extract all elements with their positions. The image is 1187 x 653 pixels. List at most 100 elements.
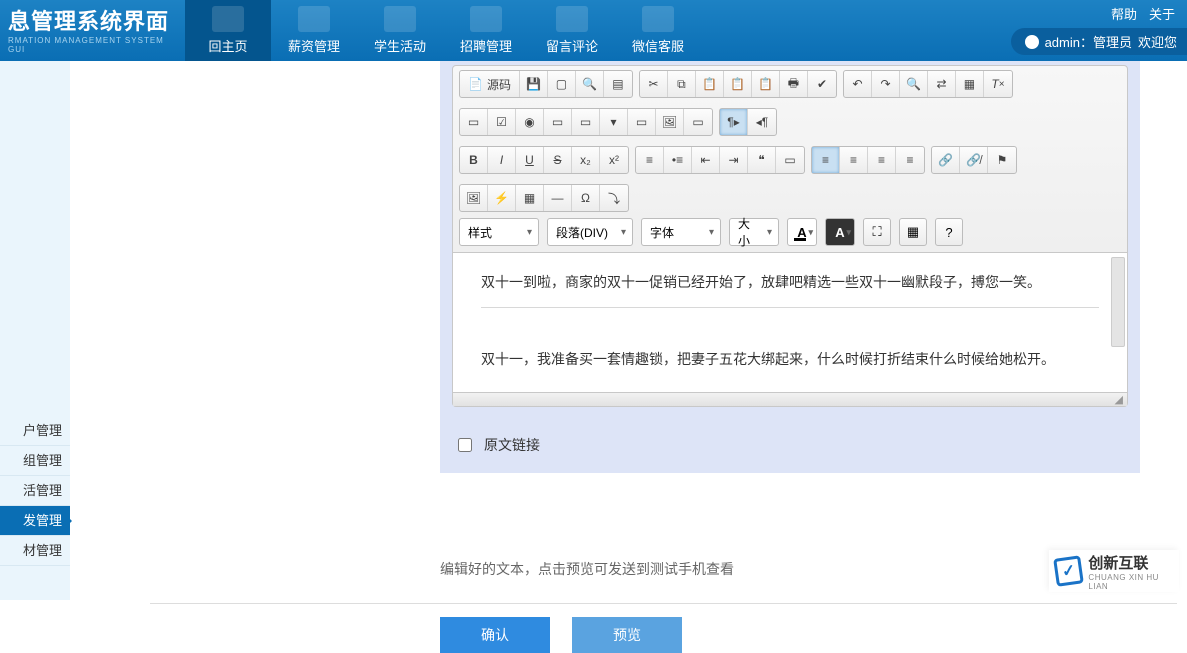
paste-text-icon[interactable]: 📋 bbox=[724, 71, 752, 97]
style-combo[interactable]: 样式 bbox=[459, 218, 539, 246]
top-right: 帮助 关于 admin：管理员 欢迎您 bbox=[1011, 0, 1187, 61]
sidebar-item-activity[interactable]: 活管理 bbox=[0, 476, 70, 506]
selectall-icon[interactable]: ▦ bbox=[956, 71, 984, 97]
checkbox-icon[interactable]: ☑ bbox=[488, 109, 516, 135]
textcolor-button[interactable]: A bbox=[787, 218, 817, 246]
copy-icon[interactable]: ⧉ bbox=[668, 71, 696, 97]
editor-content[interactable]: 双十一到啦，商家的双十一促销已经开始了，放肆吧精选一些双十一幽默段子，搏您一笑。… bbox=[453, 252, 1127, 392]
newpage-icon[interactable]: ▢ bbox=[548, 71, 576, 97]
removeformat-icon[interactable]: T× bbox=[984, 71, 1012, 97]
preview-button[interactable]: 预览 bbox=[572, 617, 682, 653]
editor-toolbar-row4: 🖼 ⚡ ▦ — Ω ⤵ bbox=[453, 180, 1127, 218]
indent-icon[interactable]: ⇥ bbox=[720, 147, 748, 173]
logo-title: 息管理系统界面 bbox=[8, 4, 177, 36]
editor-combo-row: 样式 段落(DIV) 字体 大小 A A ⛶ ▦ ? bbox=[453, 218, 1127, 252]
spellcheck-icon[interactable]: ✔ bbox=[808, 71, 836, 97]
align-justify-icon[interactable]: ≡ bbox=[896, 147, 924, 173]
salary-icon bbox=[298, 6, 330, 32]
blockquote-icon[interactable]: ❝ bbox=[748, 147, 776, 173]
print-icon[interactable]: 🖶 bbox=[780, 71, 808, 97]
nav-home[interactable]: 回主页 bbox=[185, 0, 271, 61]
source-button[interactable]: 📄 源码 bbox=[460, 71, 520, 97]
textarea-icon[interactable]: ▭ bbox=[572, 109, 600, 135]
comment-icon bbox=[556, 6, 588, 32]
brand-cn: 创新互联 bbox=[1088, 555, 1148, 572]
welcome-text: 欢迎您 bbox=[1138, 32, 1177, 51]
numlist-icon[interactable]: ≡ bbox=[636, 147, 664, 173]
editor-panel: 📄 源码 💾 ▢ 🔍 ▤ ✂ ⧉ 📋 📋 📋 🖶 ✔ ↶ bbox=[440, 61, 1140, 473]
about-link[interactable]: 关于 bbox=[1149, 4, 1175, 23]
redo-icon[interactable]: ↷ bbox=[872, 71, 900, 97]
image-icon[interactable]: 🖼 bbox=[460, 185, 488, 211]
bulletlist-icon[interactable]: •≡ bbox=[664, 147, 692, 173]
italic-icon[interactable]: I bbox=[488, 147, 516, 173]
textfield-icon[interactable]: ▭ bbox=[544, 109, 572, 135]
sidebar-item-group[interactable]: 组管理 bbox=[0, 446, 70, 476]
content-paragraph-2: 双十一，我准备买一套情趣锁，把妻子五花大绑起来，什么时候打折结束什么时候给她松开… bbox=[481, 348, 1099, 370]
undo-icon[interactable]: ↶ bbox=[844, 71, 872, 97]
subscript-icon[interactable]: x₂ bbox=[572, 147, 600, 173]
editor-scrollbar[interactable] bbox=[1111, 257, 1125, 347]
pagebreak-icon[interactable]: ⤵ bbox=[600, 185, 628, 211]
sidebar-item-material[interactable]: 材管理 bbox=[0, 536, 70, 566]
specialchar-icon[interactable]: Ω bbox=[572, 185, 600, 211]
align-right-icon[interactable]: ≡ bbox=[868, 147, 896, 173]
select-icon[interactable]: ▾ bbox=[600, 109, 628, 135]
button-icon[interactable]: ▭ bbox=[628, 109, 656, 135]
showblocks-icon[interactable]: ▦ bbox=[899, 218, 927, 246]
imagebtn-icon[interactable]: 🖼 bbox=[656, 109, 684, 135]
replace-icon[interactable]: ⇄ bbox=[928, 71, 956, 97]
bold-icon[interactable]: B bbox=[460, 147, 488, 173]
size-combo[interactable]: 大小 bbox=[729, 218, 779, 246]
flash-icon[interactable]: ⚡ bbox=[488, 185, 516, 211]
hidden-icon[interactable]: ▭ bbox=[684, 109, 712, 135]
sidebar-item-user[interactable]: 户管理 bbox=[0, 416, 70, 446]
original-link-row: 原文链接 bbox=[452, 435, 1128, 455]
maximize-icon[interactable]: ⛶ bbox=[863, 218, 891, 246]
nav-recruit[interactable]: 招聘管理 bbox=[443, 0, 529, 61]
outdent-icon[interactable]: ⇤ bbox=[692, 147, 720, 173]
sidebar-item-publish[interactable]: 发管理 bbox=[0, 506, 70, 536]
nav-student[interactable]: 学生活动 bbox=[357, 0, 443, 61]
user-info[interactable]: admin：管理员 欢迎您 bbox=[1011, 28, 1187, 55]
rich-text-editor: 📄 源码 💾 ▢ 🔍 ▤ ✂ ⧉ 📋 📋 📋 🖶 ✔ ↶ bbox=[452, 65, 1128, 407]
form-icon[interactable]: ▭ bbox=[460, 109, 488, 135]
nav-comment[interactable]: 留言评论 bbox=[529, 0, 615, 61]
rtl-icon[interactable]: ◂¶ bbox=[748, 109, 776, 135]
nav-wechat[interactable]: 微信客服 bbox=[615, 0, 701, 61]
underline-icon[interactable]: U bbox=[516, 147, 544, 173]
preview-icon[interactable]: 🔍 bbox=[576, 71, 604, 97]
content-paragraph-1: 双十一到啦，商家的双十一促销已经开始了，放肆吧精选一些双十一幽默段子，搏您一笑。 bbox=[481, 271, 1099, 293]
bgcolor-button[interactable]: A bbox=[825, 218, 855, 246]
hr-icon[interactable]: — bbox=[544, 185, 572, 211]
nav-salary[interactable]: 薪资管理 bbox=[271, 0, 357, 61]
anchor-icon[interactable]: ⚑ bbox=[988, 147, 1016, 173]
top-nav: 息管理系统界面 RMATION MANAGEMENT SYSTEM GUI 回主… bbox=[0, 0, 1187, 61]
about-icon[interactable]: ? bbox=[935, 218, 963, 246]
sidebar-blank bbox=[0, 61, 70, 416]
table-icon[interactable]: ▦ bbox=[516, 185, 544, 211]
strike-icon[interactable]: S bbox=[544, 147, 572, 173]
link-icon[interactable]: 🔗 bbox=[932, 147, 960, 173]
format-combo[interactable]: 段落(DIV) bbox=[547, 218, 633, 246]
original-link-checkbox[interactable] bbox=[458, 438, 472, 452]
editor-resize-handle[interactable]: ◢ bbox=[453, 392, 1127, 406]
font-combo[interactable]: 字体 bbox=[641, 218, 721, 246]
cut-icon[interactable]: ✂ bbox=[640, 71, 668, 97]
paste-word-icon[interactable]: 📋 bbox=[752, 71, 780, 97]
paste-icon[interactable]: 📋 bbox=[696, 71, 724, 97]
nav-items: 回主页 薪资管理 学生活动 招聘管理 留言评论 微信客服 bbox=[185, 0, 701, 61]
find-icon[interactable]: 🔍 bbox=[900, 71, 928, 97]
templates-icon[interactable]: ▤ bbox=[604, 71, 632, 97]
ltr-icon[interactable]: ¶▸ bbox=[720, 109, 748, 135]
unlink-icon[interactable]: 🔗̸ bbox=[960, 147, 988, 173]
confirm-button[interactable]: 确认 bbox=[440, 617, 550, 653]
help-link[interactable]: 帮助 bbox=[1111, 4, 1137, 23]
save-icon[interactable]: 💾 bbox=[520, 71, 548, 97]
home-icon bbox=[212, 6, 244, 32]
div-icon[interactable]: ▭ bbox=[776, 147, 804, 173]
align-left-icon[interactable]: ≡ bbox=[812, 147, 840, 173]
align-center-icon[interactable]: ≡ bbox=[840, 147, 868, 173]
radio-icon[interactable]: ◉ bbox=[516, 109, 544, 135]
superscript-icon[interactable]: x² bbox=[600, 147, 628, 173]
